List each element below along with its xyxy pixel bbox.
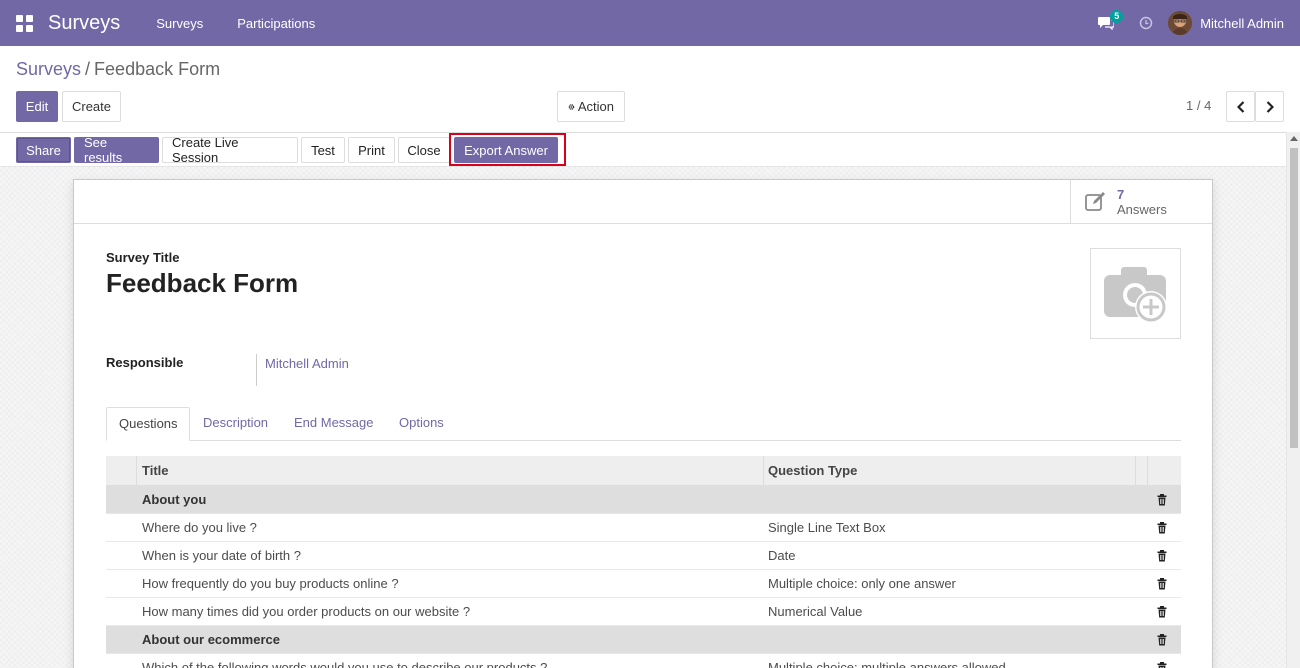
table-row[interactable]: How frequently do you buy products onlin… (106, 570, 1181, 598)
message-count-badge: 5 (1110, 10, 1124, 23)
question-title[interactable]: Where do you live ? (142, 514, 257, 541)
create-button[interactable]: Create (62, 91, 121, 122)
column-header-question-type[interactable]: Question Type (768, 456, 857, 485)
camera-add-icon (1103, 266, 1167, 323)
trash-icon[interactable] (1151, 626, 1173, 653)
action-dropdown[interactable]: Action (557, 91, 625, 122)
app-brand[interactable]: Surveys (48, 12, 120, 35)
questions-table: Title Question Type About you Where do yo… (106, 456, 1181, 668)
column-header-title[interactable]: Title (142, 456, 169, 485)
scroll-up-arrow-icon[interactable] (1290, 136, 1298, 141)
question-type[interactable]: Single Line Text Box (768, 514, 886, 541)
question-type[interactable]: Multiple choice: only one answer (768, 570, 956, 597)
gear-icon (568, 103, 575, 110)
clock-icon (1139, 16, 1153, 30)
section-row[interactable]: About our ecommerce (106, 626, 1181, 654)
trash-icon[interactable] (1151, 514, 1173, 541)
tab-description[interactable]: Description (191, 407, 280, 441)
breadcrumb: Surveys / Feedback Form (16, 59, 220, 80)
chevron-left-icon (1236, 100, 1244, 113)
action-label: Action (577, 99, 614, 114)
survey-title-value: Feedback Form (106, 268, 299, 298)
trash-icon[interactable] (1151, 570, 1173, 597)
edit-button[interactable]: Edit (16, 91, 58, 122)
page-scrollbar[interactable] (1286, 132, 1300, 668)
chevron-right-icon (1266, 100, 1274, 113)
close-button[interactable]: Close (398, 137, 450, 163)
create-live-session-button[interactable]: Create Live Session (162, 135, 298, 165)
question-title[interactable]: Which of the following words would you u… (142, 654, 547, 668)
table-row[interactable]: How many times did you order products on… (106, 598, 1181, 626)
question-title[interactable]: About our ecommerce (142, 626, 280, 653)
user-menu[interactable]: Mitchell Admin (1200, 16, 1284, 31)
scrollbar-thumb[interactable] (1290, 148, 1298, 448)
top-navbar: Surveys Surveys Participations 5 Mitchel… (0, 0, 1300, 46)
apps-menu-icon[interactable] (0, 0, 48, 46)
question-title[interactable]: About you (142, 486, 206, 513)
messaging-menu[interactable]: 5 (1098, 0, 1128, 46)
export-answer-highlight (449, 133, 566, 166)
answers-count: 7 (1117, 186, 1125, 202)
tab-end-message[interactable]: End Message (282, 407, 386, 441)
share-button[interactable]: Share (16, 137, 71, 163)
pager-value[interactable]: 1 / 4 (1186, 98, 1211, 113)
responsible-label: Responsible (106, 355, 184, 370)
question-title[interactable]: When is your date of birth ? (142, 542, 301, 569)
trash-icon[interactable] (1151, 654, 1173, 668)
question-type[interactable]: Date (768, 542, 795, 569)
table-row[interactable]: When is your date of birth ? Date (106, 542, 1181, 570)
answers-label: Answers (1117, 201, 1167, 217)
column-divider (763, 456, 764, 486)
question-type[interactable]: Numerical Value (768, 598, 862, 625)
table-row[interactable]: Where do you live ? Single Line Text Box (106, 514, 1181, 542)
column-divider (1135, 456, 1136, 486)
tab-options[interactable]: Options (387, 407, 456, 441)
responsible-field[interactable]: Mitchell Admin (256, 354, 349, 386)
avatar[interactable] (1168, 11, 1193, 35)
breadcrumb-separator: / (85, 59, 91, 79)
trash-icon[interactable] (1151, 486, 1173, 513)
breadcrumb-parent[interactable]: Surveys (16, 59, 81, 80)
tab-questions[interactable]: Questions (106, 407, 190, 441)
breadcrumb-current: Feedback Form (94, 59, 221, 79)
table-row[interactable]: Which of the following words would you u… (106, 654, 1181, 668)
section-row[interactable]: About you (106, 486, 1181, 514)
table-header-row: Title Question Type (106, 456, 1181, 486)
question-title[interactable]: How many times did you order products on… (142, 598, 470, 625)
nav-menu-surveys[interactable]: Surveys (156, 16, 203, 31)
form-sheet: 7 Answers Survey Title Feedback Form Res… (73, 179, 1213, 668)
print-button[interactable]: Print (348, 137, 395, 163)
column-divider (136, 456, 137, 486)
form-notebook-tabs: Questions Description End Message Option… (106, 407, 1181, 441)
pager-next-button[interactable] (1255, 91, 1284, 122)
test-button[interactable]: Test (301, 137, 345, 163)
smart-button-box: 7 Answers (74, 180, 1212, 224)
trash-icon[interactable] (1151, 598, 1173, 625)
see-results-button[interactable]: See results (74, 135, 159, 165)
edit-note-icon (1085, 191, 1105, 211)
survey-image-upload[interactable] (1090, 248, 1181, 339)
column-divider (1147, 456, 1148, 486)
pager-previous-button[interactable] (1226, 91, 1255, 122)
answers-smart-button[interactable]: 7 Answers (1070, 180, 1212, 223)
question-title[interactable]: How frequently do you buy products onlin… (142, 570, 399, 597)
trash-icon[interactable] (1151, 542, 1173, 569)
activity-menu[interactable] (1128, 0, 1164, 46)
survey-title-label: Survey Title (106, 250, 180, 265)
question-type[interactable]: Multiple choice: multiple answers allowe… (768, 654, 1006, 668)
nav-menu-participations[interactable]: Participations (237, 16, 315, 31)
